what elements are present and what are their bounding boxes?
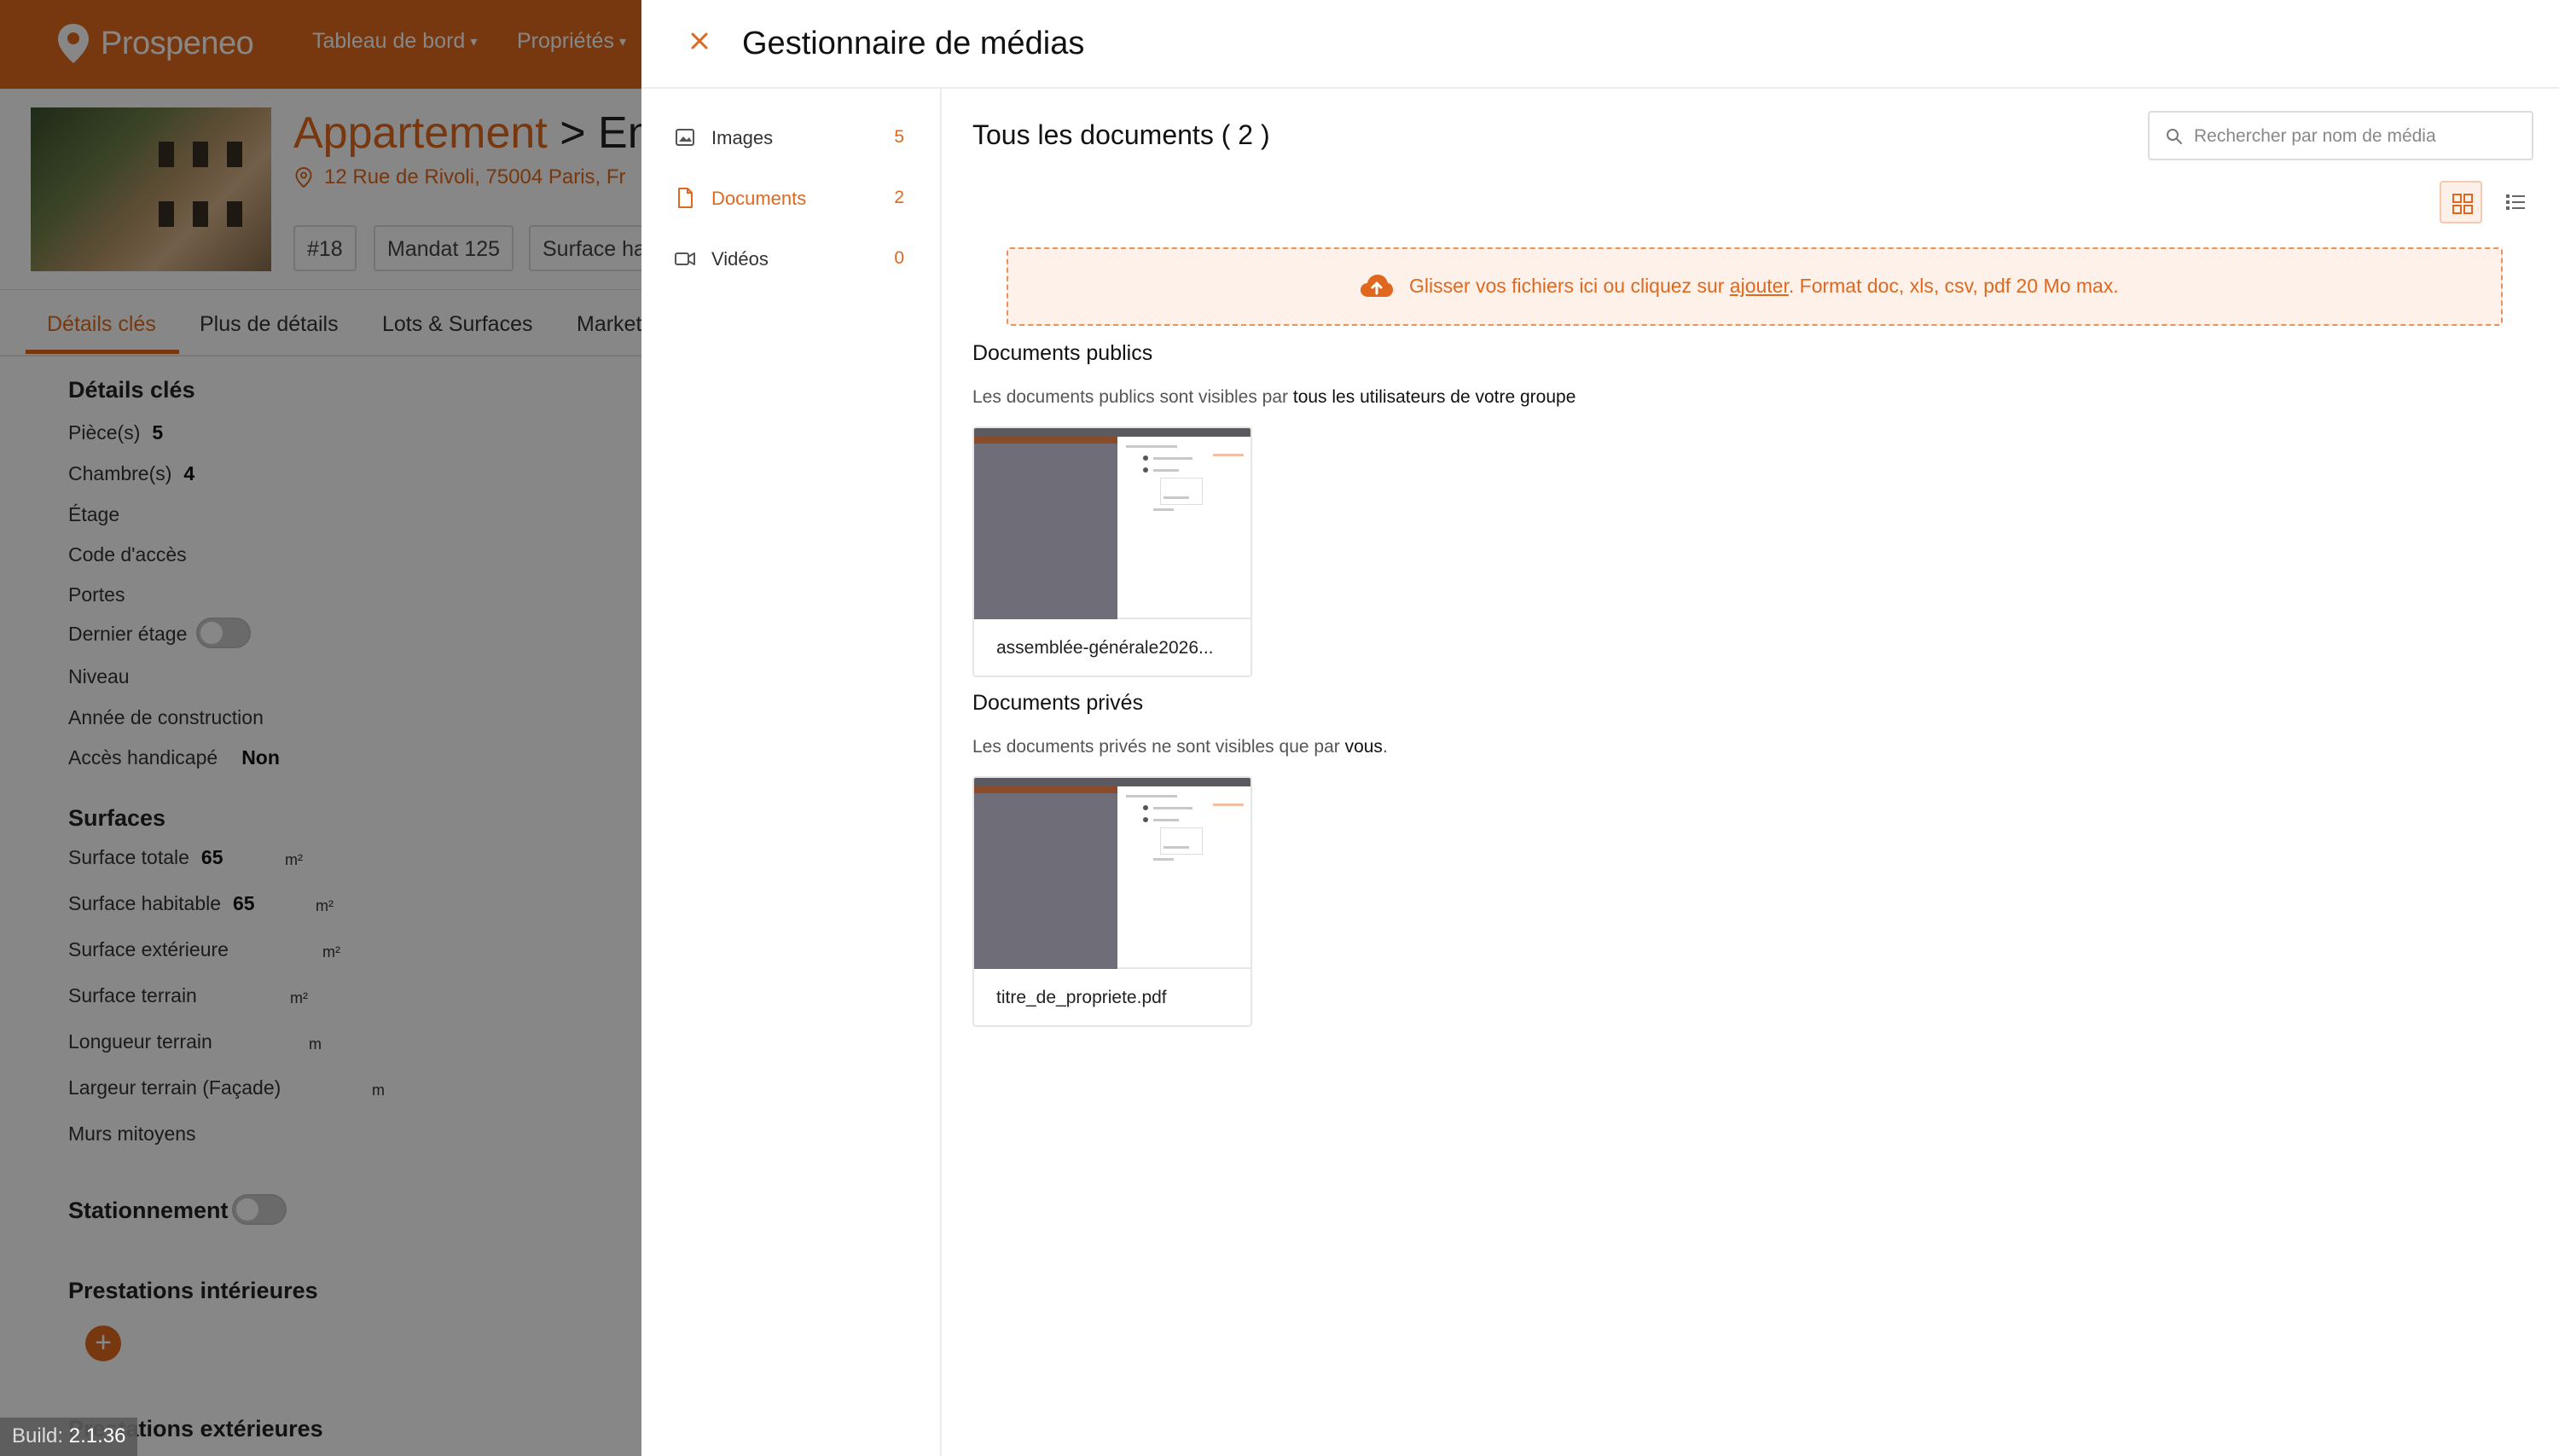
sidebar-item-label: Documents [711, 188, 807, 209]
file-dropzone[interactable]: Glisser vos fichiers ici ou cliquez sur … [1007, 247, 2503, 326]
document-icon [678, 188, 693, 208]
panel-title: Gestionnaire de médias [742, 26, 1085, 61]
private-documents-description: Les documents privés ne sont visibles qu… [972, 737, 1388, 757]
sidebar-item-label: Vidéos [711, 248, 769, 270]
grid-icon [2452, 194, 2473, 214]
sidebar-item-videos[interactable]: Vidéos 0 [641, 234, 942, 285]
sidebar-item-count: 2 [894, 188, 904, 207]
public-documents-description: Les documents publics sont visibles par … [972, 387, 1576, 407]
document-filename: assemblée-générale2026... [996, 638, 1214, 658]
list-view-button[interactable] [2494, 181, 2537, 223]
media-manager-panel: Gestionnaire de médias Images 5 Document… [641, 0, 2559, 1456]
document-thumbnail [974, 778, 1250, 969]
build-number: 2.1.36 [68, 1424, 126, 1447]
grid-view-button[interactable] [2440, 181, 2482, 223]
document-thumbnail [974, 428, 1250, 619]
search-input[interactable] [2194, 123, 2518, 150]
video-icon [675, 252, 695, 265]
sidebar-item-images[interactable]: Images 5 [641, 113, 942, 164]
close-icon[interactable] [684, 26, 715, 56]
list-icon [2506, 194, 2525, 210]
build-label: Build: [12, 1424, 64, 1447]
media-search[interactable] [2148, 111, 2533, 160]
public-documents-title: Documents publics [972, 341, 1153, 365]
panel-header: Gestionnaire de médias [641, 0, 2559, 89]
sidebar-item-count: 0 [894, 248, 904, 268]
documents-heading: Tous les documents ( 2 ) [972, 119, 1270, 150]
cloud-upload-icon [1361, 275, 1393, 297]
build-version: Build: 2.1.36 [0, 1418, 138, 1456]
media-type-sidebar: Images 5 Documents 2 Vidéos 0 [641, 89, 942, 1456]
media-main-area: Tous les documents ( 2 ) Rechercher par … [942, 89, 2559, 1456]
sidebar-item-count: 5 [894, 127, 904, 147]
document-card[interactable]: assemblée-générale2026... [972, 426, 1252, 677]
document-card[interactable]: titre_de_propriete.pdf [972, 776, 1252, 1027]
image-icon [676, 129, 694, 146]
add-file-link[interactable]: ajouter [1730, 275, 1789, 297]
private-documents-title: Documents privés [972, 691, 1144, 715]
search-icon [2167, 129, 2182, 144]
dropzone-text: Glisser vos fichiers ici ou cliquez sur … [1409, 275, 2119, 297]
sidebar-item-documents[interactable]: Documents 2 [641, 173, 942, 224]
sidebar-item-label: Images [711, 127, 774, 148]
document-filename: titre_de_propriete.pdf [996, 988, 1167, 1007]
